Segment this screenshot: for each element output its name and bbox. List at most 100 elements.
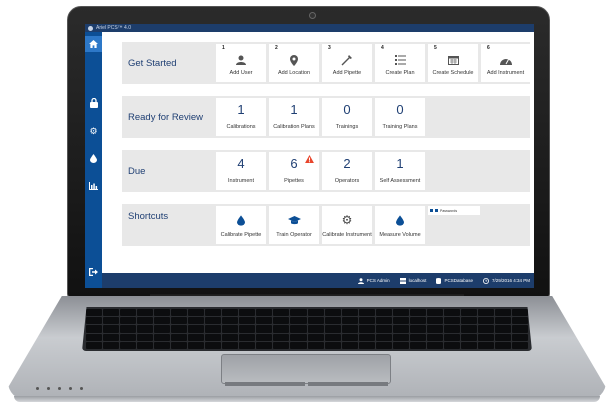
keyboard-key	[188, 317, 205, 325]
keyboard-key	[205, 341, 222, 349]
step-number: 5	[434, 45, 437, 51]
keyboard-key	[86, 309, 103, 317]
section-title: Get Started	[128, 57, 177, 69]
keyboard-key	[494, 317, 511, 325]
get-started-section: Get Started 1 Add User 2 Add Location 3 …	[122, 42, 530, 84]
keyboard-key	[273, 309, 290, 317]
sidebar-item-settings[interactable]: ⚙	[85, 123, 102, 139]
tile-label: Calibrate Instrument	[322, 232, 372, 238]
keyboard-key	[409, 333, 426, 341]
keyboard-key	[392, 333, 409, 341]
keyboard-key	[256, 341, 273, 349]
passwords-card[interactable]: Passwords	[428, 206, 480, 215]
led-indicator	[69, 387, 72, 390]
keyboard-key	[358, 341, 375, 349]
keyboard-key	[154, 333, 171, 341]
tile-operators-due[interactable]: 2 Operators	[322, 152, 372, 190]
keyboard-key	[392, 325, 409, 333]
keyboard-key	[324, 341, 341, 349]
tile-add-pipette[interactable]: 3 Add Pipette	[322, 44, 372, 82]
tile-label: Calibration Plans	[273, 124, 315, 130]
keyboard-key	[392, 341, 409, 349]
tile-self-assessment-due[interactable]: 1 Self Assessment	[375, 152, 425, 190]
user-icon	[216, 53, 266, 67]
led-indicator	[58, 387, 61, 390]
gear-icon: ⚙	[89, 125, 98, 136]
keyboard-key	[443, 333, 460, 341]
ready-for-review-section: Ready for Review 1 Calibrations 1 Calibr…	[122, 96, 530, 138]
keyboard-key	[273, 325, 290, 333]
lock-icon	[89, 98, 98, 108]
keyboard-key	[460, 317, 477, 325]
tile-pipettes-due[interactable]: 6 Pipettes	[269, 152, 319, 190]
keyboard-key	[137, 309, 154, 317]
keyboard-key	[205, 325, 222, 333]
window-title: Ariel PCS™ 4.0	[96, 25, 132, 31]
sidebar-item-logout[interactable]	[85, 265, 102, 279]
keyboard-key	[307, 341, 324, 349]
drop-icon	[216, 213, 266, 227]
app-logo-icon	[88, 25, 93, 31]
tile-label: Add User	[229, 70, 253, 76]
keyboard-key	[324, 309, 341, 317]
keyboard-key	[341, 317, 358, 325]
tile-training-plans-review[interactable]: 0 Training Plans	[375, 98, 425, 136]
keyboard-key	[222, 333, 239, 341]
keyboard-key	[256, 309, 273, 317]
tile-train-operator[interactable]: Train Operator	[269, 206, 319, 244]
graduation-cap-icon	[269, 213, 319, 227]
keyboard-key	[239, 309, 256, 317]
keyboard-key	[358, 317, 375, 325]
tile-calibrations-review[interactable]: 1 Calibrations	[216, 98, 266, 136]
keyboard-key	[290, 325, 307, 333]
keyboard-key	[290, 341, 307, 349]
tile-instrument-due[interactable]: 4 Instrument	[216, 152, 266, 190]
led-indicator	[47, 387, 50, 390]
keyboard-key	[494, 341, 511, 349]
tile-create-plan[interactable]: 4 Create Plan	[375, 44, 425, 82]
step-number: 6	[487, 45, 490, 51]
sidebar-item-reports[interactable]	[85, 178, 102, 194]
keyboard-key	[443, 309, 460, 317]
tile-add-instrument[interactable]: 6 Add Instrument	[481, 44, 530, 82]
tile-measure-volume[interactable]: Measure Volume	[375, 206, 425, 244]
tile-add-location[interactable]: 2 Add Location	[269, 44, 319, 82]
window-titlebar: Ariel PCS™ 4.0	[85, 24, 534, 32]
keyboard-key	[375, 325, 392, 333]
keyboard-key	[375, 309, 392, 317]
tile-create-schedule[interactable]: 5 Create Schedule	[428, 44, 478, 82]
keyboard-key	[137, 317, 154, 325]
count-value: 2	[343, 156, 351, 171]
touchpad-right-button	[308, 382, 388, 386]
status-server: localhost	[399, 277, 426, 284]
key-icon	[430, 209, 433, 212]
tile-label: Self Assessment	[379, 178, 421, 184]
status-datetime-value: 7/29/2016 4:34 PM	[491, 278, 530, 283]
keyboard-key	[494, 333, 511, 341]
keyboard-key	[120, 325, 137, 333]
key-icon	[435, 209, 438, 212]
tile-label: Add Instrument	[486, 70, 525, 76]
keyboard-key	[375, 341, 392, 349]
status-leds	[36, 387, 83, 390]
sidebar-item-security[interactable]	[85, 95, 102, 111]
keyboard-key	[307, 317, 324, 325]
tile-trainings-review[interactable]: 0 Trainings	[322, 98, 372, 136]
home-icon	[89, 40, 98, 48]
sidebar-item-home[interactable]	[85, 36, 102, 52]
shortcuts-section: Shortcuts Calibrate Pipette Train Operat…	[122, 204, 530, 246]
tile-calibrate-instrument[interactable]: ⚙ Calibrate Instrument	[322, 206, 372, 244]
keyboard	[82, 307, 532, 351]
keyboard-key	[426, 317, 443, 325]
tile-add-user[interactable]: 1 Add User	[216, 44, 266, 82]
tile-calibrate-pipette[interactable]: Calibrate Pipette	[216, 206, 266, 244]
keyboard-key	[426, 333, 443, 341]
tile-calibration-plans-review[interactable]: 1 Calibration Plans	[269, 98, 319, 136]
keyboard-key	[426, 341, 443, 349]
tile-label: Train Operator	[276, 232, 312, 238]
database-icon	[436, 277, 442, 284]
sidebar-item-calibrations[interactable]	[85, 150, 102, 166]
keyboard-key	[443, 325, 460, 333]
section-title: Ready for Review	[128, 111, 203, 123]
keyboard-key	[358, 309, 375, 317]
